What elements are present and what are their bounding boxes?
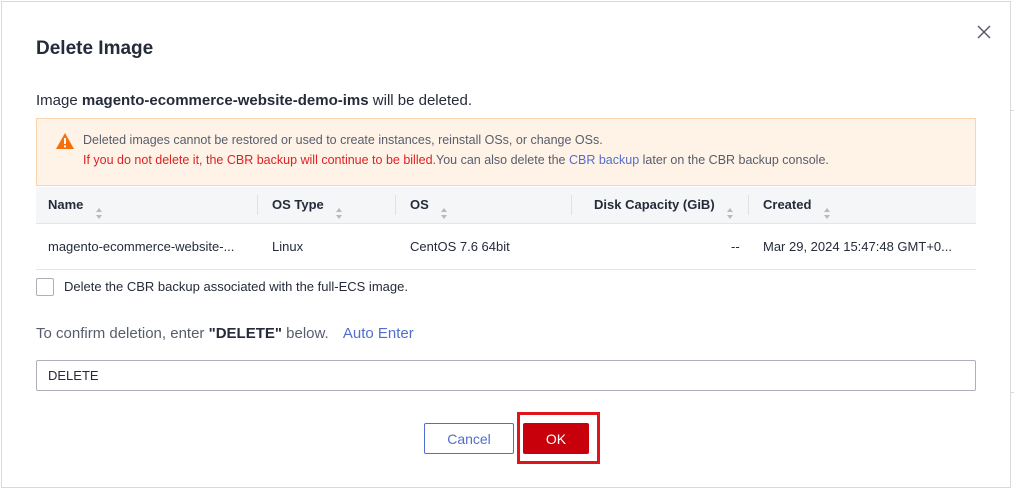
cell-os-type: Linux xyxy=(272,239,304,254)
delete-summary: Image magento-ecommerce-website-demo-ims… xyxy=(36,92,472,109)
cell-name: magento-ecommerce-website-... xyxy=(48,239,235,254)
image-name: magento-ecommerce-website-demo-ims xyxy=(81,92,369,109)
confirm-instruction: To confirm deletion, enter "DELETE" belo… xyxy=(36,325,414,342)
column-label: OS Type xyxy=(272,197,324,212)
column-divider xyxy=(748,195,749,215)
cell-created: Mar 29, 2024 15:47:48 GMT+0... xyxy=(763,239,952,254)
column-header-os[interactable]: OS xyxy=(410,187,448,223)
alert-end-text: later on the CBR backup console. xyxy=(639,153,829,167)
sort-icon[interactable] xyxy=(95,198,103,220)
alert-mid-text: You can also delete the xyxy=(436,153,569,167)
checkbox-label: Delete the CBR backup associated with th… xyxy=(64,279,408,294)
column-label: Disk Capacity (GiB) xyxy=(594,197,715,212)
sort-icon[interactable] xyxy=(335,198,343,220)
column-label: Name xyxy=(48,197,84,212)
summary-suffix: will be deleted. xyxy=(368,92,473,109)
confirm-prefix: To confirm deletion, enter xyxy=(36,325,209,342)
warning-alert: Deleted images cannot be restored or use… xyxy=(36,118,976,186)
sort-icon[interactable] xyxy=(726,198,734,220)
ok-button[interactable]: OK xyxy=(523,423,589,454)
cell-disk-capacity: -- xyxy=(731,239,740,254)
column-header-disk-capacity[interactable]: Disk Capacity (GiB) xyxy=(594,187,734,223)
delete-image-dialog: Delete Image Image magento-ecommerce-web… xyxy=(1,1,1011,488)
column-header-created[interactable]: Created xyxy=(763,187,831,223)
cell-os: CentOS 7.6 64bit xyxy=(410,239,510,254)
confirm-keyword: "DELETE" xyxy=(208,325,282,342)
sort-icon[interactable] xyxy=(440,198,448,220)
table-row: magento-ecommerce-website-... Linux Cent… xyxy=(36,224,976,270)
delete-confirm-input[interactable] xyxy=(36,360,976,391)
column-divider xyxy=(395,195,396,215)
cancel-button[interactable]: Cancel xyxy=(424,423,514,454)
dialog-title: Delete Image xyxy=(36,38,154,59)
column-label: Created xyxy=(763,197,812,212)
image-table: Name OS Type OS Disk Capacity (GiB) Crea… xyxy=(36,187,976,270)
alert-text-line1: Deleted images cannot be restored or use… xyxy=(83,133,603,147)
column-header-name[interactable]: Name xyxy=(48,187,103,223)
close-icon[interactable] xyxy=(975,23,993,41)
summary-prefix: Image xyxy=(36,92,82,109)
delete-cbr-backup-checkbox[interactable] xyxy=(36,278,54,296)
confirm-suffix: below. xyxy=(282,325,329,342)
table-header: Name OS Type OS Disk Capacity (GiB) Crea… xyxy=(36,187,976,224)
warning-icon xyxy=(55,132,75,150)
auto-enter-link[interactable]: Auto Enter xyxy=(343,325,414,342)
sort-icon[interactable] xyxy=(823,198,831,220)
column-divider xyxy=(257,195,258,215)
column-divider xyxy=(571,195,572,215)
column-label: OS xyxy=(410,197,429,212)
cbr-backup-link[interactable]: CBR backup xyxy=(569,153,639,167)
column-header-os-type[interactable]: OS Type xyxy=(272,187,343,223)
billing-warning-text: If you do not delete it, the CBR backup … xyxy=(83,153,436,167)
alert-text-line2: If you do not delete it, the CBR backup … xyxy=(83,153,829,167)
